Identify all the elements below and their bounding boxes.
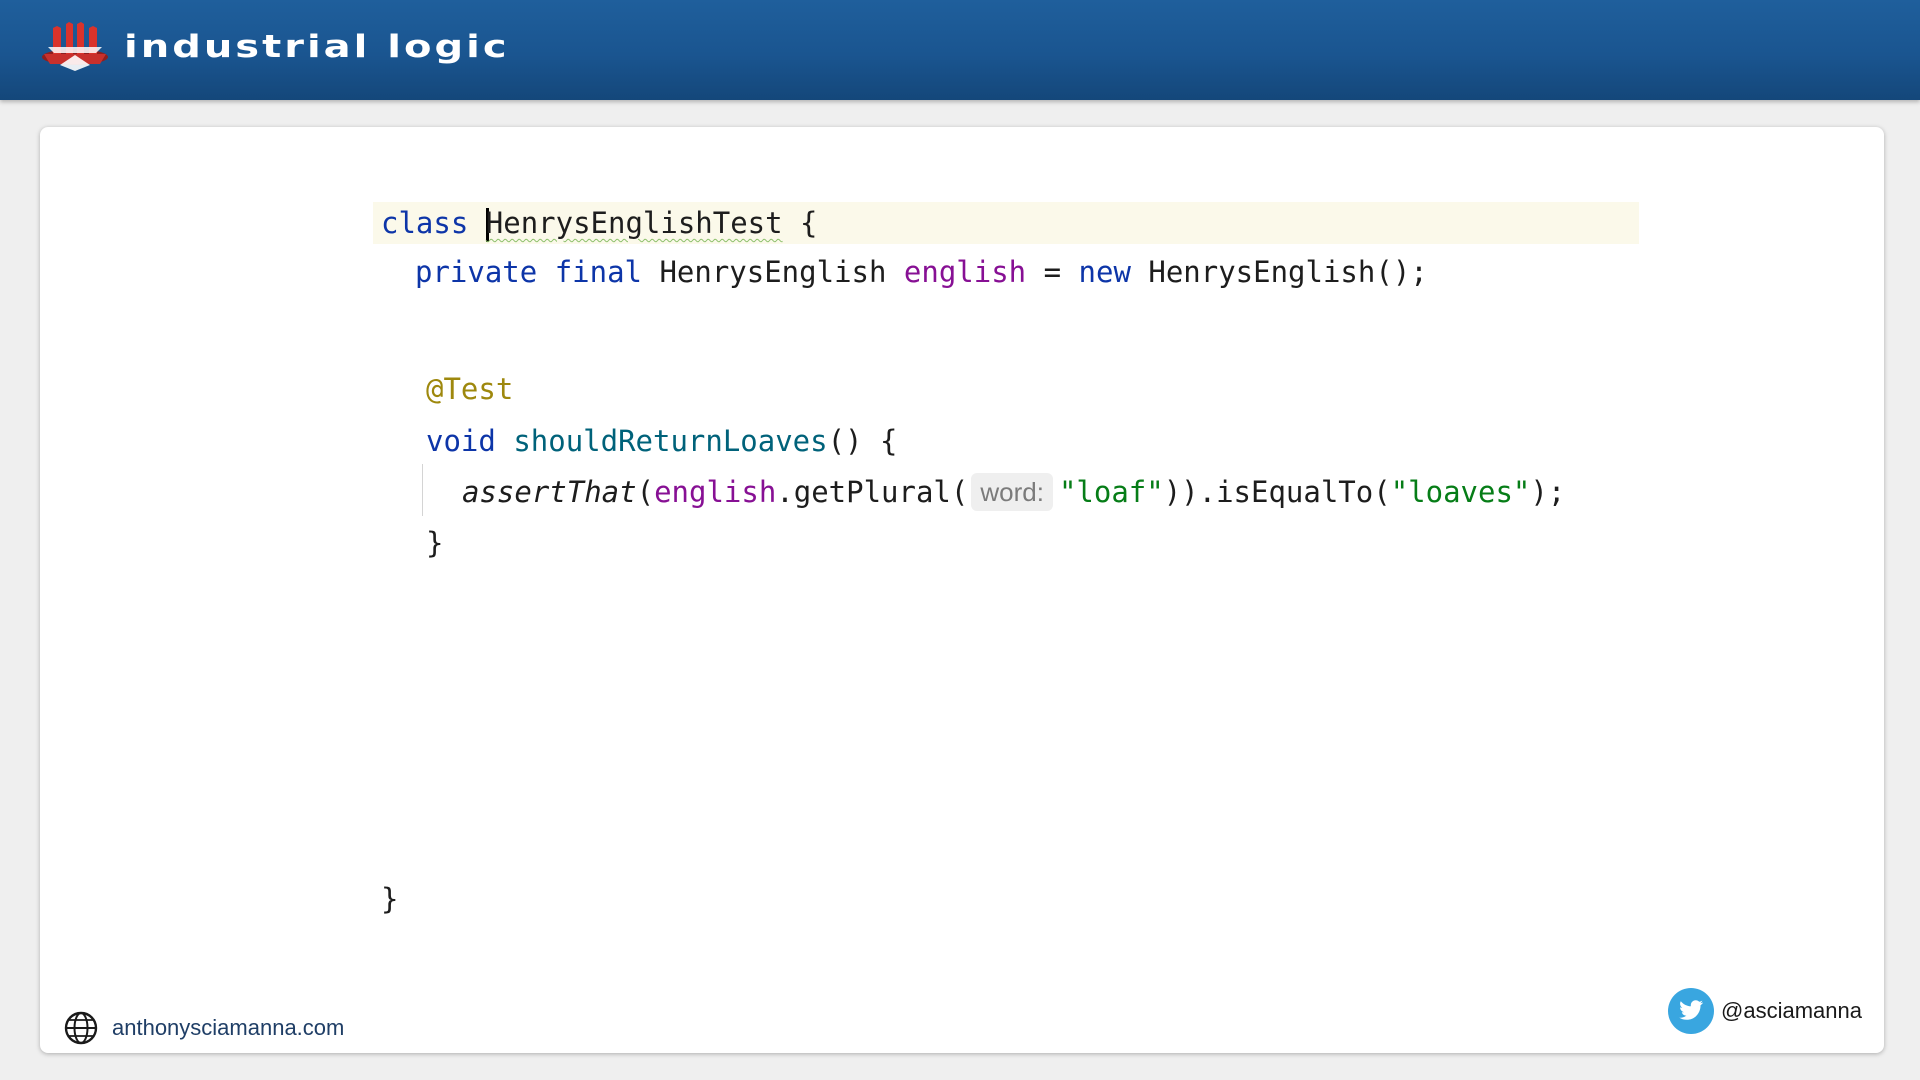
statement-end: ); [1530, 475, 1566, 509]
code-line-annotation[interactable]: @Test [426, 368, 513, 410]
code-line-assertion[interactable]: assertThat(english.getPlural(word: "loaf"… [462, 471, 1565, 513]
code-line-class-close[interactable]: } [381, 878, 398, 920]
test-annotation: @Test [426, 372, 514, 406]
field-type: HenrysEnglish [659, 255, 887, 289]
code-line-method-declaration[interactable]: void shouldReturnLoaves() { [426, 420, 897, 462]
website-link[interactable]: anthonysciamanna.com [64, 1008, 344, 1048]
slide-card: class HenrysEnglishTest { private final … [40, 127, 1884, 1053]
assignment-operator: = [1026, 255, 1079, 289]
brand-wordmark: industrial logic [124, 29, 510, 65]
keyword-void: void [426, 424, 496, 458]
method-signature-rest: () { [827, 424, 898, 458]
keyword-class: class [381, 206, 469, 240]
field-reference: english [654, 475, 777, 509]
close-brace: } [381, 882, 399, 916]
code-line-class-declaration[interactable]: class HenrysEnglishTest { [381, 202, 818, 244]
twitter-bird-icon [1668, 988, 1715, 1034]
constructor-call: HenrysEnglish(); [1130, 255, 1428, 289]
method-call: .getPlural( [776, 475, 969, 509]
open-paren: ( [636, 475, 655, 509]
globe-icon [64, 1011, 98, 1045]
code-line-method-close[interactable]: } [426, 522, 443, 564]
code-line-field-declaration[interactable]: private final HenrysEnglish english = ne… [415, 251, 1428, 293]
open-brace: { [782, 206, 818, 240]
keyword-new: new [1078, 255, 1131, 289]
class-name: HenrysEnglishTest [485, 206, 783, 240]
twitter-handle: @asciamanna [1721, 998, 1862, 1023]
close-brace: } [426, 526, 444, 560]
expected-string: "loaves" [1390, 475, 1531, 509]
indent-guide [422, 464, 423, 516]
assert-call: assertThat [462, 475, 637, 509]
twitter-link[interactable]: @asciamanna [1668, 987, 1862, 1035]
keyword-private: private [415, 255, 538, 289]
parameter-hint: word: [971, 473, 1053, 511]
field-name: english [903, 255, 1027, 289]
method-name: shouldReturnLoaves [513, 424, 828, 458]
website-url: anthonysciamanna.com [112, 1015, 345, 1040]
keyword-final: final [554, 255, 642, 289]
industrial-logic-logo-icon [42, 22, 108, 71]
chained-call: )).isEqualTo( [1163, 475, 1391, 509]
header-bar: industrial logic [0, 0, 1920, 100]
code-editor: class HenrysEnglishTest { private final … [40, 127, 1884, 1053]
string-argument: "loaf" [1058, 475, 1164, 509]
